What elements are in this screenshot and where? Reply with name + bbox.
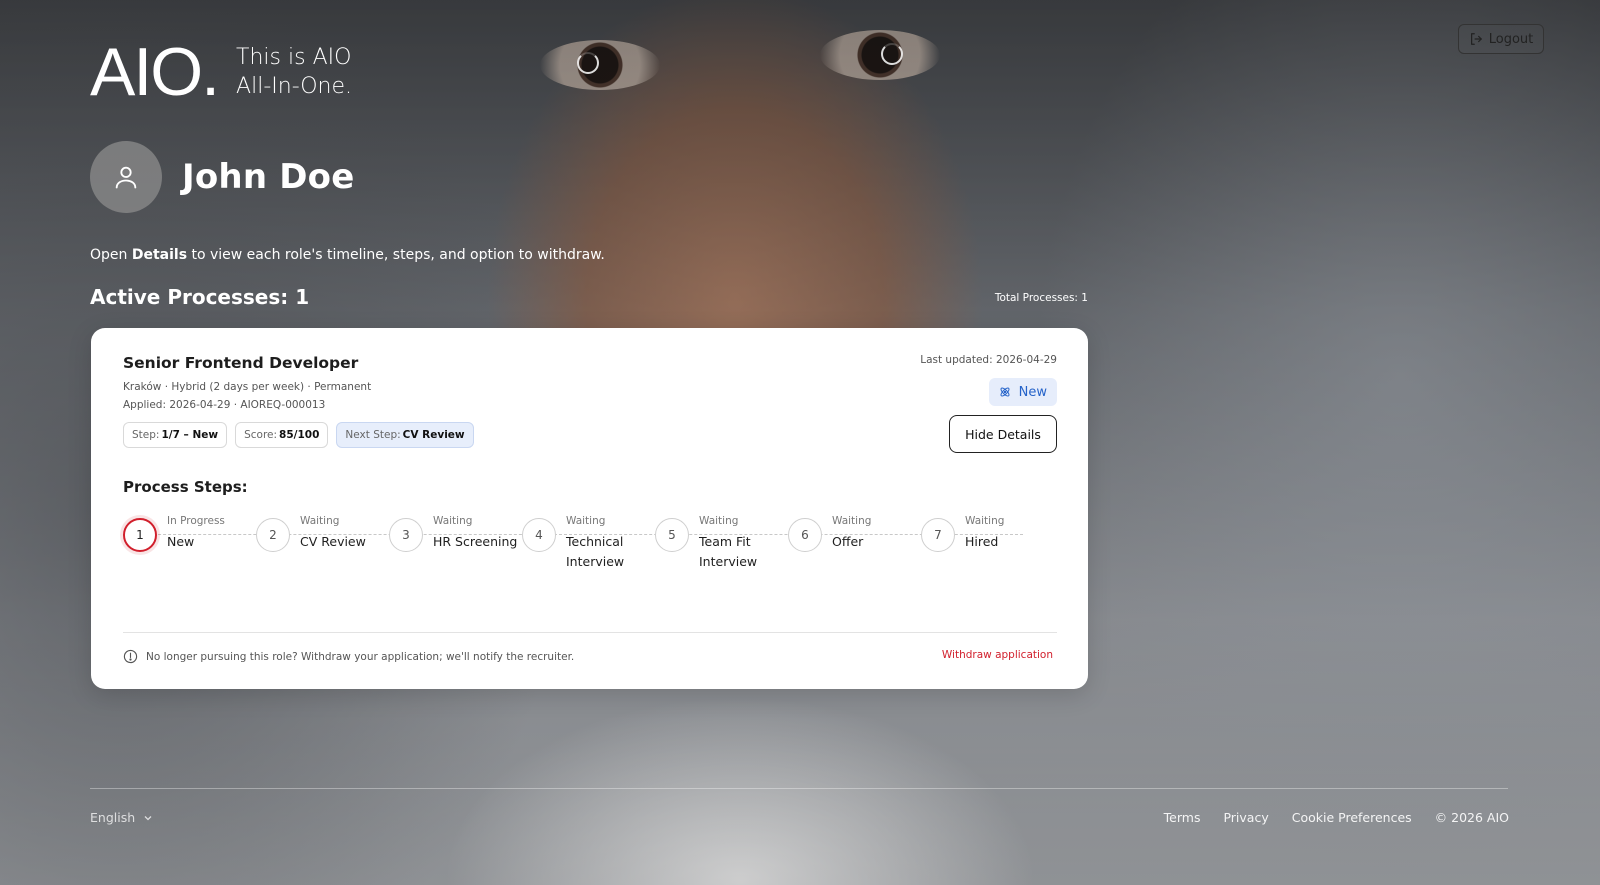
job-applied: Applied: 2026-04-29 · AIOREQ-000013 [123,399,326,411]
footer-link-cookie-preferences[interactable]: Cookie Preferences [1292,810,1412,825]
job-title: Senior Frontend Developer [123,354,359,372]
process-step: 2 Waiting CV Review [256,515,396,588]
hint-prefix: Open [90,247,132,263]
status-badge-label: New [1018,384,1047,400]
withdraw-note: No longer pursuing this role? Withdraw y… [123,649,574,664]
process-card: Senior Frontend Developer Kraków · Hybri… [91,328,1088,689]
score-chip: Score: 85/100 [235,422,329,448]
step-status: In Progress [167,515,225,527]
hide-details-button[interactable]: Hide Details [949,415,1057,453]
process-steps-title: Process Steps: [123,478,248,496]
footer-link-privacy[interactable]: Privacy [1223,810,1268,825]
status-badge: New [988,378,1057,406]
user-icon [115,166,137,189]
brand-logo: AIO. [90,34,220,110]
next-step-chip-key: Next Step: [345,429,401,441]
job-meta: Kraków · Hybrid (2 days per week) · Perm… [123,381,372,393]
brand-tagline-line2: All-In-One. [236,74,353,99]
last-updated: Last updated: 2026-04-29 [920,354,1057,366]
process-step: 3 Waiting HR Screening [389,515,529,588]
language-label: English [90,810,136,825]
process-chips: Step: 1/7 – New Score: 85/100 Next Step: CV… [123,422,474,448]
logout-button[interactable]: Logout [1458,24,1544,54]
score-chip-key: Score: [244,429,278,441]
process-steps: 1 In Progress New 2 Waiting CV Review 3 … [123,515,1061,588]
withdraw-application-link[interactable]: Withdraw application [942,649,1053,661]
score-chip-value: 85/100 [279,429,320,441]
next-step-chip-value: CV Review [402,429,465,441]
step-label: HR Screening [433,534,518,549]
step-number: 1 [123,518,157,552]
card-divider [123,632,1057,633]
step-status: Waiting [832,515,872,527]
footer-link-terms[interactable]: Terms [1164,810,1201,825]
brand-tagline: This is AIO All-In-One. [236,43,352,101]
step-chip: Step: 1/7 – New [123,422,228,448]
process-step: 7 Waiting Hired [921,515,1061,588]
total-processes: Total Processes: 1 [994,292,1088,304]
footer-divider [90,788,1508,789]
step-chip-key: Step: [132,429,160,441]
step-number: 5 [655,518,689,552]
page-content: AIO. This is AIO All-In-One. Logout John… [0,0,1600,885]
brand-tagline-line1: This is AIO [236,45,352,70]
avatar [90,141,162,213]
process-step: 5 Waiting Team Fit Interview [655,515,795,588]
step-label: Offer [832,534,864,549]
step-status: Waiting [300,515,340,527]
step-status: Waiting [965,515,1005,527]
logout-icon [1470,33,1482,45]
step-label: Team Fit Interview [699,534,758,569]
process-step: 6 Waiting Offer [788,515,928,588]
footer-links: Terms Privacy Cookie Preferences © 2026 … [1164,810,1509,825]
details-hint: Open Details to view each role's timelin… [90,247,605,263]
step-status: Waiting [566,515,606,527]
next-step-chip: Next Step: CV Review [336,422,474,448]
step-number: 2 [256,518,290,552]
brand: AIO. This is AIO All-In-One. [90,38,352,106]
footer-copyright: © 2026 AIO [1434,810,1509,825]
step-status: Waiting [699,515,739,527]
step-label: Technical Interview [566,534,625,569]
profile-header: John Doe [90,141,355,213]
step-label: New [167,534,195,549]
hint-emphasis: Details [131,247,188,263]
process-step: 4 Waiting Technical Interview [522,515,662,588]
step-number: 4 [522,518,556,552]
step-label: CV Review [300,534,366,549]
active-processes-title: Active Processes: 1 [90,285,310,309]
atom-icon [1000,387,1010,397]
step-chip-value: 1/7 – New [161,429,219,441]
step-status: Waiting [433,515,473,527]
chevron-down-icon [144,815,152,820]
step-number: 3 [389,518,423,552]
logout-label: Logout [1488,31,1534,47]
step-label: Hired [965,534,999,549]
step-number: 7 [921,518,955,552]
info-icon [123,649,138,664]
withdraw-note-text: No longer pursuing this role? Withdraw y… [146,650,575,663]
process-step: 1 In Progress New [123,515,263,588]
language-selector[interactable]: English [90,810,153,825]
step-number: 6 [788,518,822,552]
hint-suffix: to view each role's timeline, steps, and… [187,247,605,263]
user-name: John Doe [182,157,355,197]
